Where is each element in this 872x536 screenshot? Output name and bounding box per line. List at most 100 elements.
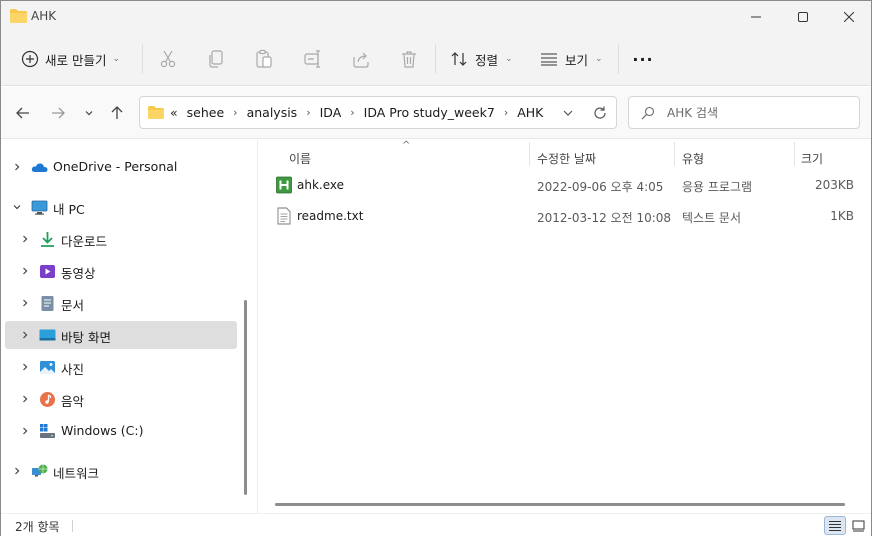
copy-icon[interactable] [206, 49, 226, 69]
sidebar-item-label: 네트워크 [53, 466, 100, 481]
sort-button[interactable]: 정렬 ⌄ [444, 45, 519, 73]
chevron-down-icon[interactable] [560, 105, 576, 121]
download-icon [41, 232, 54, 247]
file-size: 203KB [814, 178, 854, 192]
breadcrumb-item[interactable]: IDA Pro study_week7 [364, 105, 495, 120]
file-row[interactable]: ahk.exe 2022-09-06 오후 4:05 응용 프로그램 203KB [270, 171, 868, 199]
navigation-bar: « sehee › analysis › IDA › IDA Pro study… [1, 87, 871, 139]
search-input[interactable] [667, 104, 847, 122]
paste-icon[interactable] [254, 49, 274, 69]
breadcrumb-separator-icon[interactable]: › [306, 106, 310, 119]
column-divider[interactable] [674, 142, 675, 166]
column-divider[interactable] [529, 142, 530, 166]
file-explorer-window: AHK 새로 만들기 ⌄ 정렬 ⌄ 보기 ⌄ ··· « sehee › ana… [0, 0, 872, 536]
music-icon [40, 392, 55, 407]
text-file-icon [277, 207, 291, 225]
minimize-button[interactable] [733, 1, 779, 32]
chevron-right-icon [23, 299, 28, 307]
sidebar-item-onedrive[interactable]: OneDrive - Personal [5, 153, 237, 181]
more-options-button[interactable]: ··· [629, 45, 657, 73]
sidebar-item-desktop[interactable]: 바탕 화면 [5, 321, 237, 349]
arrow-up-icon [111, 106, 123, 119]
divider [72, 520, 73, 532]
sidebar-item-label: OneDrive - Personal [53, 159, 178, 174]
divider [435, 44, 436, 74]
share-icon[interactable] [351, 49, 371, 69]
pictures-icon [40, 361, 55, 374]
breadcrumb-item[interactable]: IDA [320, 105, 342, 120]
folder-icon [148, 106, 164, 119]
file-name: readme.txt [297, 209, 364, 223]
chevron-down-icon: ⌄ [595, 54, 603, 64]
column-divider[interactable] [794, 142, 795, 166]
horizontal-scrollbar[interactable] [275, 503, 845, 506]
onedrive-icon [31, 163, 48, 172]
file-size: 1KB [830, 209, 854, 223]
recent-locations-button[interactable] [77, 101, 101, 125]
view-button[interactable]: 보기 ⌄ [534, 45, 609, 73]
refresh-icon[interactable] [592, 105, 608, 121]
breadcrumb-item[interactable]: AHK [517, 105, 543, 120]
file-date: 2012-03-12 오전 10:08 [537, 211, 672, 225]
forward-button[interactable] [46, 101, 70, 125]
item-count: 2개 항목 [15, 520, 60, 534]
chevron-down-icon: ⌄ [505, 54, 513, 64]
breadcrumb-separator-icon[interactable]: › [504, 106, 508, 119]
command-bar: 새로 만들기 ⌄ 정렬 ⌄ 보기 ⌄ ··· [1, 32, 871, 86]
minimize-icon [751, 16, 761, 17]
close-button[interactable] [826, 1, 872, 32]
column-header-name[interactable]: 이름 [289, 146, 311, 170]
desktop-icon [39, 329, 56, 341]
sidebar-item-windows-c[interactable]: Windows (C:) [5, 417, 237, 445]
chevron-down-icon: ⌄ [112, 54, 121, 64]
column-header-size[interactable]: 크기 [801, 146, 823, 170]
breadcrumb-item[interactable]: analysis [247, 105, 298, 120]
sidebar-item-label: 내 PC [53, 202, 85, 217]
sort-icon [451, 52, 467, 66]
window-title: AHK [31, 9, 57, 23]
address-bar[interactable]: « sehee › analysis › IDA › IDA Pro study… [139, 96, 617, 129]
divider [618, 44, 619, 74]
chevron-right-icon [15, 467, 20, 475]
sidebar-item-label: 음악 [61, 394, 85, 409]
chevron-right-icon [23, 363, 28, 371]
new-button[interactable]: 새로 만들기 ⌄ [15, 45, 126, 73]
sidebar-item-label: 문서 [61, 298, 85, 313]
rename-icon[interactable] [303, 49, 323, 69]
breadcrumb-separator-icon[interactable]: › [350, 106, 354, 119]
breadcrumb-overflow[interactable]: « [170, 105, 178, 120]
sidebar-item-videos[interactable]: 동영상 [5, 257, 237, 285]
sidebar-item-network[interactable]: 네트워크 [5, 457, 237, 485]
sidebar-scrollbar[interactable] [244, 300, 247, 495]
maximize-icon [798, 11, 808, 22]
sidebar-item-this-pc[interactable]: 내 PC [5, 193, 237, 221]
delete-icon[interactable] [399, 49, 419, 69]
large-icons-view-button[interactable] [847, 516, 869, 535]
breadcrumb-separator-icon[interactable]: › [233, 106, 237, 119]
chevron-right-icon [23, 235, 28, 243]
file-row[interactable]: readme.txt 2012-03-12 오전 10:08 텍스트 문서 1K… [270, 202, 868, 230]
title-bar: AHK [1, 1, 871, 32]
cut-icon[interactable] [158, 49, 178, 69]
maximize-button[interactable] [780, 1, 826, 32]
document-icon [41, 296, 54, 311]
view-button-label: 보기 [565, 52, 589, 68]
file-list: ^ 이름 수정한 날짜 유형 크기 ahk.exe 2022-09-06 오후 … [257, 140, 871, 513]
details-view-button[interactable] [824, 516, 846, 535]
chevron-right-icon [23, 267, 28, 275]
breadcrumb-item[interactable]: sehee [187, 105, 225, 120]
column-header-date[interactable]: 수정한 날짜 [537, 146, 596, 170]
arrow-right-icon [52, 107, 65, 119]
sidebar-item-label: 동영상 [61, 266, 96, 281]
autohotkey-exe-icon [276, 176, 292, 194]
sort-button-label: 정렬 [475, 52, 499, 68]
back-button[interactable] [11, 101, 35, 125]
sidebar-item-documents[interactable]: 문서 [5, 289, 237, 317]
sidebar-item-label: 사진 [61, 362, 85, 377]
up-button[interactable] [105, 101, 129, 125]
column-header-type[interactable]: 유형 [682, 146, 704, 170]
sidebar-item-label: 다운로드 [61, 234, 108, 249]
sidebar-item-music[interactable]: 음악 [5, 385, 237, 413]
sidebar-item-downloads[interactable]: 다운로드 [5, 225, 237, 253]
sidebar-item-pictures[interactable]: 사진 [5, 353, 237, 381]
